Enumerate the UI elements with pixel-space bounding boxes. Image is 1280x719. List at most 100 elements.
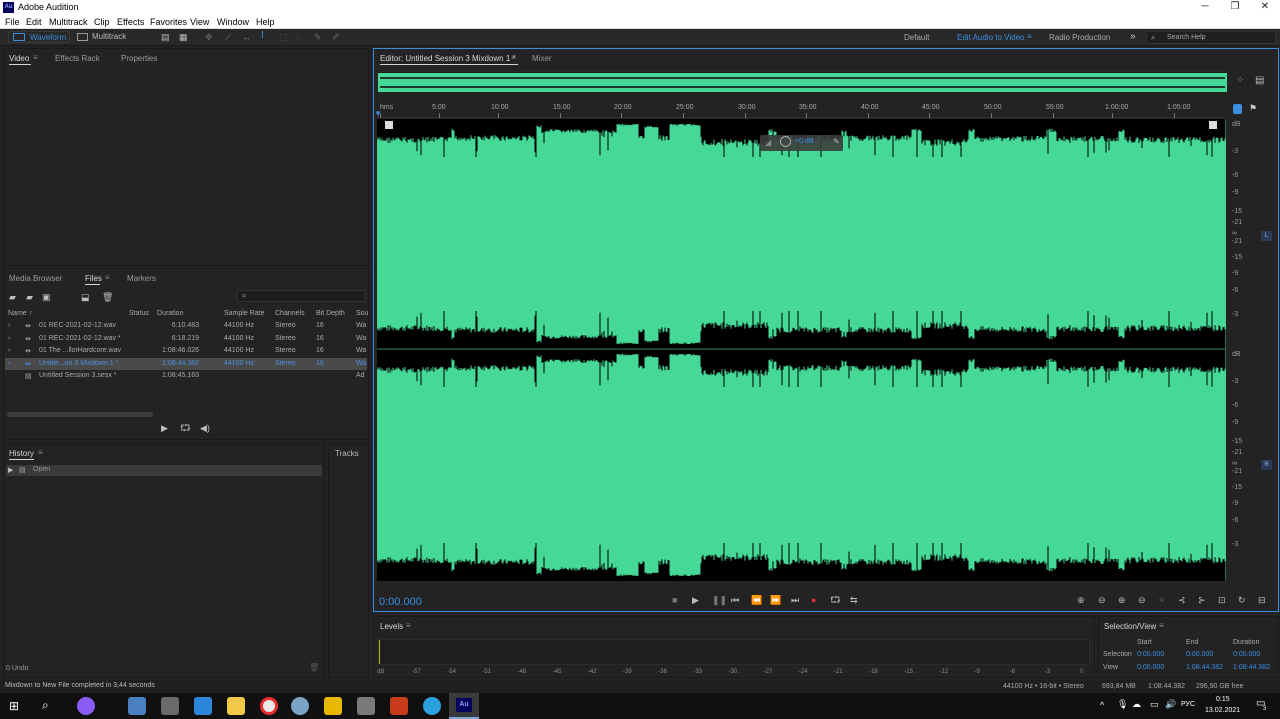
new-file-icon[interactable]: ▣ [42,292,51,302]
horizontal-scrollbar[interactable] [7,412,153,417]
history-item[interactable]: ▶ ▤ Open [6,465,322,476]
channel-left-badge[interactable]: L [1261,231,1272,241]
workspace-edit-audio-to-video[interactable]: Edit Audio to Video [957,33,1024,42]
tab-files[interactable]: Files [85,274,102,283]
rewind-icon[interactable]: ⏪ [751,595,762,605]
fast-forward-icon[interactable]: ⏩ [770,595,781,605]
clock-date[interactable]: 13.02.2021 [1205,707,1240,714]
file-row[interactable]: › ⇹ Untitle...on 3 Mixdown 1 * 1:08:44.382 4… [5,357,367,370]
zoom-out-full-icon[interactable]: ✧ [1158,595,1166,605]
menu-effects[interactable]: Effects [117,17,144,27]
multitrack-mode-button[interactable]: Multitrack [74,31,132,43]
overview-settings-icon[interactable]: ▤ [1255,75,1264,86]
search-help-field[interactable]: ⌕ Search Help [1146,31,1276,44]
zoom-in-point-icon[interactable]: ⊰ [1178,595,1186,605]
loop-icon[interactable]: ⮔ [830,595,841,605]
brush-tool-icon[interactable]: ✎ [314,32,322,42]
razor-tool-icon[interactable]: ⟋ [225,32,231,42]
spectral-display-icon[interactable]: ▤ [161,32,170,42]
tab-history[interactable]: History [9,449,34,458]
menu-help[interactable]: Help [256,17,275,27]
workspace-radio-production[interactable]: Radio Production [1049,33,1110,42]
tab-tracks[interactable]: Tracks [335,449,359,458]
col-name[interactable]: Name [8,310,27,317]
game-app-icon[interactable] [390,697,408,715]
volume-icon[interactable]: 🔊 [1165,699,1176,710]
hud-gain-value[interactable]: +0 dB [795,138,814,145]
tab-mixer[interactable]: Mixer [532,54,552,63]
snap-icon[interactable] [1233,104,1242,114]
delete-icon[interactable]: 🗑 [102,292,113,302]
gain-knob-icon[interactable] [780,136,791,147]
search-icon[interactable]: ⌕ [42,698,49,713]
zoom-reset-icon[interactable]: ↻ [1238,595,1246,605]
col-status[interactable]: Status [129,310,149,317]
close-icon[interactable]: ✕ [1250,1,1280,12]
marquee-tool-icon[interactable]: ⬚ [279,32,288,42]
play-icon[interactable]: ▶ [692,595,699,605]
tab-levels[interactable]: Levels [380,622,403,631]
history-menu-icon[interactable]: ≡ [38,448,43,457]
calculator-icon[interactable] [128,697,146,715]
selection-duration[interactable]: 0:00.000 [1233,651,1260,658]
minimize-icon[interactable]: ─ [1190,1,1220,12]
selection-menu-icon[interactable]: ≡ [1159,621,1164,630]
more-workspaces-icon[interactable]: » [1130,31,1136,42]
network-icon[interactable]: ▭ [1150,699,1159,710]
zoom-out-amplitude-icon[interactable]: ⊖ [1098,595,1106,605]
audition-taskbar-button[interactable]: Au [449,693,479,719]
stop-icon[interactable]: ■ [672,595,677,605]
language-indicator[interactable]: РУС [1181,701,1195,708]
editor-menu-icon[interactable]: ≡ [511,53,516,62]
autoplay-icon[interactable]: ◀) [200,423,210,433]
view-end[interactable]: 1:08:44.382 [1186,664,1223,671]
file-row[interactable]: › ⇹ 01 REC-2021-02-12.wav * 6:18.219 44100 H… [5,333,367,345]
zoom-extra-icon[interactable]: ⊟ [1258,595,1266,605]
file-row[interactable]: ▤ Untitled Session 3.sesx * 1:08:45.163 Ad [5,370,367,382]
col-bit-depth[interactable]: Bit Depth [316,310,345,317]
yandex-browser-icon[interactable] [260,697,278,715]
col-channels[interactable]: Channels [275,310,305,317]
play-preview-icon[interactable]: ▶ [161,423,168,433]
record-icon[interactable]: ● [811,595,816,605]
file-row[interactable]: › ⇹ 01 REC-2021-02-12.wav 6:10.483 44100 Hz S… [5,320,367,332]
skip-selection-icon[interactable]: ⇆ [850,595,858,605]
fade-in-handle-icon[interactable] [385,121,393,129]
waveform-mode-button[interactable]: Waveform [8,31,70,43]
go-to-start-icon[interactable]: ⏮ [731,595,739,605]
menu-window[interactable]: Window [217,17,249,27]
cloud-icon[interactable]: ☁ [1132,699,1141,710]
current-time[interactable]: 0:00.000 [379,596,422,608]
photos-icon[interactable] [194,697,212,715]
heal-tool-icon[interactable]: ✐ [332,32,340,42]
insert-icon[interactable]: ⬓ [81,292,90,302]
col-source[interactable]: Sou [356,310,368,317]
tray-chevron-icon[interactable]: ^ [1100,700,1104,710]
lasso-tool-icon[interactable]: ◌ [296,32,301,42]
menu-edit[interactable]: Edit [26,17,42,27]
view-duration[interactable]: 1:08:44.382 [1233,664,1270,671]
tab-markers[interactable]: Markers [127,274,156,283]
zoom-selection-icon[interactable]: ⊡ [1218,595,1226,605]
move-tool-icon[interactable]: ✥ [205,32,213,42]
fade-out-handle-icon[interactable] [1209,121,1217,129]
hud-overlay[interactable]: ◢ +0 dB ✎ [760,135,843,151]
view-start[interactable]: 0:00.000 [1137,664,1164,671]
menu-clip[interactable]: Clip [94,17,110,27]
clock-time[interactable]: 0:15 [1216,696,1230,703]
usb-app-icon[interactable] [357,697,375,715]
tab-editor[interactable]: Editor: Untitled Session 3 Mixdown 1 * [380,54,516,63]
zoom-full-icon[interactable]: ✧ [1236,75,1244,86]
loop-preview-icon[interactable]: ⮔ [180,423,191,433]
workspace-default[interactable]: Default [904,33,929,42]
zoom-out-point-icon[interactable]: ⊱ [1198,595,1206,605]
app-icon[interactable] [291,697,309,715]
selection-end[interactable]: 0:00.000 [1186,651,1213,658]
zoom-in-amplitude-icon[interactable]: ⊕ [1077,595,1085,605]
open-file-icon[interactable]: ▰ [9,292,16,302]
tab-media-browser[interactable]: Media Browser [9,274,62,283]
files-menu-icon[interactable]: ≡ [105,273,110,282]
telegram-icon[interactable] [423,697,441,715]
file-explorer-icon[interactable] [227,697,245,715]
workspace-menu-icon[interactable]: ≡ [1027,32,1032,41]
